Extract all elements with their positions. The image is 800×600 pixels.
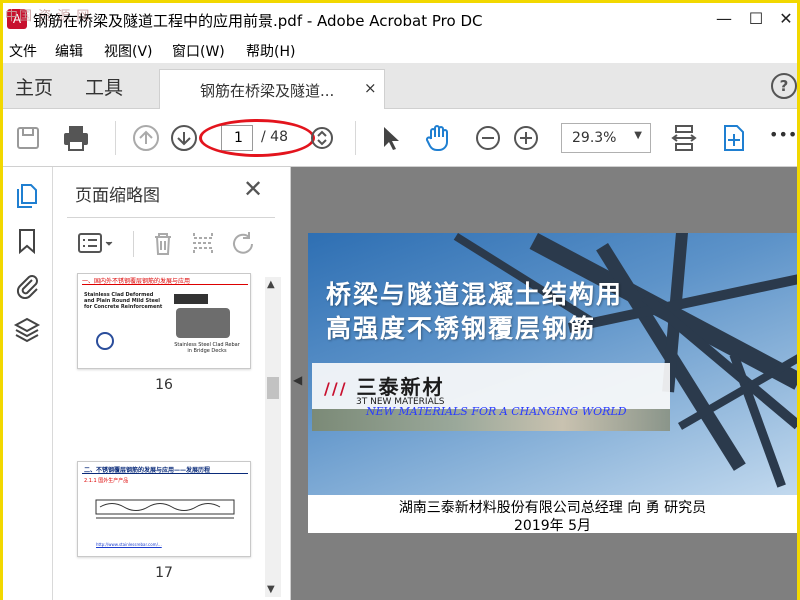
attachment-icon[interactable] [13,271,41,299]
menu-view[interactable]: 视图(V) [104,41,153,61]
thumbnail-page-16[interactable]: 一、国内外不锈钢覆层钢筋的发展与应用 Stainless Clad Deform… [77,273,251,369]
thumbnail-label: 16 [155,377,173,393]
window-title: 钢筋在桥梁及隧道工程中的应用前景.pdf - Adobe Acrobat Pro… [33,12,483,30]
tab-bar: 主页 工具 钢筋在桥梁及隧道... × ? [3,63,797,109]
panel-toolbar [53,223,291,263]
menu-file[interactable]: 文件 [9,41,37,61]
thumbnail-scrollbar[interactable]: ▲ ▼ [265,277,281,597]
document-tab-label: 钢筋在桥梁及隧道... [200,82,335,100]
rebar-diagram [95,499,235,519]
rebar-photo [176,308,230,338]
tab-document[interactable]: 钢筋在桥梁及隧道... × [159,69,385,109]
document-view[interactable]: ◀ 桥梁与隧道混凝土结构用 高强度不锈钢覆层钢筋 /// 三泰新材 3T NEW… [291,167,797,600]
toolbar-separator [115,121,116,155]
menu-edit[interactable]: 编辑 [55,41,83,61]
delete-page-icon[interactable] [149,229,177,257]
insert-page-icon[interactable] [189,229,217,257]
fit-page-icon[interactable] [669,123,699,153]
more-tools-icon[interactable]: ••• [769,125,797,144]
left-rail [3,167,53,600]
help-icon[interactable]: ? [771,73,797,99]
menu-window[interactable]: 窗口(W) [172,41,225,61]
scrollbar-thumb[interactable] [267,377,279,399]
next-page-icon[interactable] [169,123,199,153]
collapse-panel-icon[interactable]: ◀ [293,373,302,387]
seal-icon [96,332,114,350]
bridge-photo: 桥梁与隧道混凝土结构用 高强度不锈钢覆层钢筋 /// 三泰新材 3T NEW M… [308,233,797,495]
thumbnail-list: 一、国内外不锈钢覆层钢筋的发展与应用 Stainless Clad Deform… [53,273,275,600]
maximize-button[interactable]: ☐ [741,7,771,31]
scroll-up-icon[interactable]: ▲ [267,279,275,290]
scroll-down-icon[interactable]: ▼ [267,584,275,595]
slogan-text: NEW MATERIALS FOR A CHANGING WORLD [366,405,627,418]
zoom-out-icon[interactable] [473,123,503,153]
company-banner: /// 三泰新材 3T NEW MATERIALS [312,363,670,431]
pdf-page: 桥梁与隧道混凝土结构用 高强度不锈钢覆层钢筋 /// 三泰新材 3T NEW M… [308,233,797,533]
thumbnails-panel: 页面缩略图 ✕ 一、国内外不锈钢覆层钢筋的发展与应用 Stainless Cla… [53,167,291,600]
page-thumbnails-icon[interactable] [13,181,41,209]
logo-cn-text: 三泰新材 [356,375,445,399]
logo-image [174,294,208,304]
minimize-button[interactable]: — [709,7,739,31]
zoom-in-icon[interactable] [511,123,541,153]
thumbnail-label: 17 [155,565,173,581]
layers-icon[interactable] [13,315,41,343]
thumbnail-page-17[interactable]: 二、不锈钢覆层钢筋的发展与应用——发展历程 2.1.1 国外生产产品 http:… [77,461,251,557]
annotation-ellipse [199,119,315,157]
slide-author: 湖南三泰新材料股份有限公司总经理 向 勇 研究员 [398,500,707,516]
divider [82,473,248,474]
thumbnail-options-icon[interactable] [77,231,117,257]
thumbnail-doc-title: Stainless Clad Deformed and Plain Round … [84,292,163,310]
hand-tool-icon[interactable] [423,123,453,153]
divider [67,217,275,218]
print-icon[interactable] [61,123,91,153]
company-logo: /// 三泰新材 [324,375,445,399]
full-screen-icon[interactable] [719,123,749,153]
zoom-level-select[interactable]: 29.3% ▼ [561,123,651,153]
menu-help[interactable]: 帮助(H) [246,41,295,61]
bookmark-icon[interactable] [13,227,41,255]
toolbar-separator [133,231,134,257]
close-window-button[interactable]: ✕ [771,7,800,31]
menu-bar: 文件 编辑 视图(V) 窗口(W) 帮助(H) [3,37,797,63]
panel-title: 页面缩略图 [75,186,160,206]
slide-title-line2: 高强度不锈钢覆层钢筋 [326,314,597,343]
save-icon[interactable] [13,123,43,153]
rotate-icon[interactable] [229,229,257,257]
thumbnail-subheading: 2.1.1 国外生产产品 [84,478,129,484]
toolbar: 1 / 48 29.3% ▼ ••• [3,109,797,167]
close-tab-button[interactable]: × [364,79,377,97]
zoom-level-value: 29.3% [572,130,617,146]
thumbnail-caption: Stainless Steel Clad Rebar in Bridge Dec… [174,342,240,354]
divider [82,284,248,285]
select-cursor-icon[interactable] [375,123,405,153]
previous-page-icon[interactable] [131,123,161,153]
thumbnail-link: http://www.stainlessrebar.com/... [96,542,162,547]
tab-home[interactable]: 主页 [15,73,53,100]
chevron-down-icon: ▼ [634,130,642,141]
tab-tools[interactable]: 工具 [85,73,123,100]
title-bar: A 中国 资 源 网 钢筋在桥梁及隧道工程中的应用前景.pdf - Adobe … [3,3,797,37]
page-nav-icon[interactable] [307,123,337,153]
toolbar-separator [355,121,356,155]
slide-date: 2019年 5月 [514,518,591,533]
close-panel-button[interactable]: ✕ [243,175,263,203]
slide-title-line1: 桥梁与隧道混凝土结构用 [326,280,624,309]
